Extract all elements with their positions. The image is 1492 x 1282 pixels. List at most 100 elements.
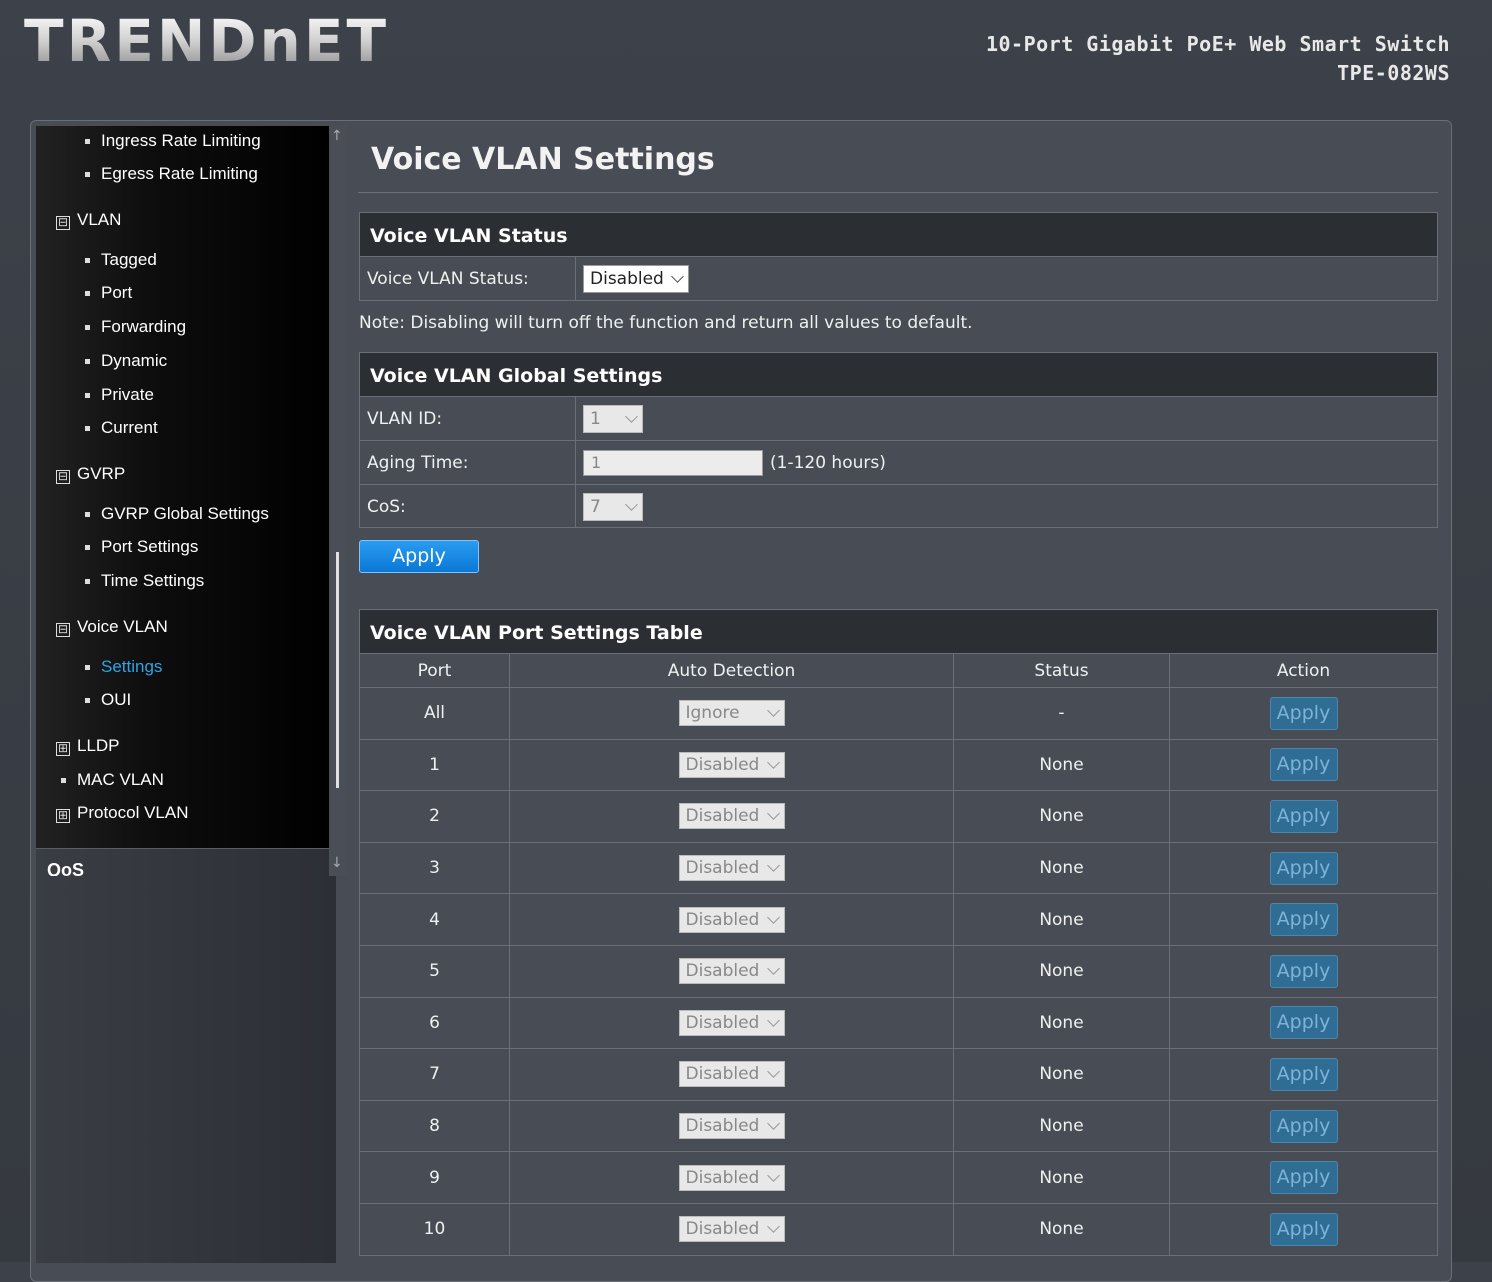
apply-port-button[interactable]: Apply bbox=[1269, 1006, 1338, 1040]
expand-icon[interactable]: ⊞ bbox=[56, 742, 70, 756]
sidebar-item-gvrp-global-settings[interactable]: GVRP Global Settings bbox=[85, 504, 269, 524]
voice-vlan-status-section: Voice VLAN Status Voice VLAN Status: Dis… bbox=[359, 212, 1438, 301]
port-cell: 7 bbox=[360, 1048, 510, 1101]
port-cell: 8 bbox=[360, 1099, 510, 1153]
sidebar-item-port-settings[interactable]: Port Settings bbox=[84, 537, 199, 557]
aging-time-input[interactable]: 1 bbox=[583, 449, 763, 476]
sidebar-section-qos[interactable]: QoS bbox=[47, 860, 84, 876]
action-cell: Apply bbox=[1169, 687, 1437, 740]
port-cell: 4 bbox=[360, 893, 510, 946]
auto-detection-select[interactable]: Disabled bbox=[678, 751, 785, 778]
aging-time-hint: (1-120 hours) bbox=[770, 452, 886, 473]
status-cell: None bbox=[953, 790, 1170, 843]
sidebar-item-tagged[interactable]: Tagged bbox=[85, 250, 157, 270]
chevron-down-icon bbox=[766, 962, 780, 976]
status-cell: None bbox=[953, 944, 1170, 998]
auto-detection-value: Disabled bbox=[685, 909, 760, 930]
sidebar-item-egress-rate-limiting[interactable]: Egress Rate Limiting bbox=[85, 164, 258, 184]
action-cell: Apply bbox=[1169, 1202, 1437, 1256]
apply-port-button[interactable]: Apply bbox=[1269, 903, 1338, 937]
auto-detection-select[interactable]: Disabled bbox=[678, 1113, 785, 1140]
voice-vlan-status-value: Disabled bbox=[590, 268, 664, 289]
apply-global-button[interactable]: Apply bbox=[359, 540, 479, 573]
sidebar-item-protocol-vlan[interactable]: ⊞ Protocol VLAN bbox=[56, 803, 189, 823]
sidebar-item-current[interactable]: Current bbox=[85, 418, 158, 438]
scrollbar-thumb[interactable] bbox=[336, 552, 339, 788]
apply-port-button[interactable]: Apply bbox=[1269, 954, 1338, 988]
table-row: 1 Disabled None Apply bbox=[360, 738, 1437, 792]
sidebar-item-lldp[interactable]: ⊞ LLDP bbox=[56, 736, 120, 756]
sidebar-item-oui[interactable]: OUI bbox=[84, 690, 132, 710]
auto-detection-select[interactable]: Ignore bbox=[678, 700, 785, 727]
sidebar-item-label: LLDP bbox=[77, 736, 120, 755]
action-cell: Apply bbox=[1169, 893, 1437, 946]
sidebar-item-label: Port bbox=[101, 283, 133, 302]
auto-detection-select[interactable]: Disabled bbox=[678, 855, 785, 882]
auto-detection-select[interactable]: Disabled bbox=[678, 958, 785, 985]
auto-detection-select[interactable]: Disabled bbox=[678, 906, 785, 933]
table-row: All Ignore - Apply bbox=[360, 687, 1437, 740]
auto-detection-cell: Disabled bbox=[509, 841, 954, 895]
sidebar-item-forwarding[interactable]: Forwarding bbox=[84, 317, 187, 337]
table-row: 6 Disabled None Apply bbox=[360, 996, 1437, 1050]
auto-detection-select[interactable]: Disabled bbox=[678, 1164, 785, 1191]
apply-port-button[interactable]: Apply bbox=[1269, 696, 1338, 730]
sidebar-item-label: Egress Rate Limiting bbox=[101, 164, 258, 183]
chevron-down-icon bbox=[766, 756, 780, 769]
cos-select[interactable]: 7 bbox=[583, 492, 643, 521]
sidebar-item-mac-vlan[interactable]: MAC VLAN bbox=[61, 770, 164, 790]
voice-vlan-global-section: Voice VLAN Global Settings VLAN ID: 1 Ag… bbox=[359, 352, 1438, 528]
auto-detection-cell: Disabled bbox=[509, 944, 954, 998]
sidebar-item-ingress-rate-limiting[interactable]: Ingress Rate Limiting bbox=[85, 131, 261, 151]
chevron-down-icon bbox=[766, 910, 780, 924]
apply-port-button[interactable]: Apply bbox=[1269, 1057, 1338, 1091]
scroll-down-icon[interactable]: ↓ bbox=[331, 855, 343, 871]
collapse-icon[interactable]: ⊟ bbox=[56, 470, 70, 484]
apply-port-button[interactable]: Apply bbox=[1269, 1212, 1338, 1246]
table-row: 9 Disabled None Apply bbox=[360, 1151, 1437, 1204]
apply-port-button[interactable]: Apply bbox=[1269, 799, 1338, 833]
disable-note: Note: Disabling will turn off the functi… bbox=[359, 313, 973, 333]
sidebar-item-label: Forwarding bbox=[101, 317, 187, 336]
sidebar-item-dynamic[interactable]: Dynamic bbox=[84, 351, 167, 371]
sidebar-item-port[interactable]: Port bbox=[84, 283, 133, 303]
auto-detection-select[interactable]: Disabled bbox=[678, 803, 785, 830]
expand-icon[interactable]: ⊞ bbox=[56, 809, 70, 823]
auto-detection-cell: Disabled bbox=[509, 893, 954, 946]
port-cell: 5 bbox=[360, 944, 510, 998]
collapse-icon[interactable]: ⊟ bbox=[56, 623, 70, 637]
voice-vlan-status-select[interactable]: Disabled bbox=[583, 264, 689, 293]
chevron-down-icon bbox=[766, 1065, 780, 1079]
auto-detection-select[interactable]: Disabled bbox=[678, 1216, 785, 1243]
auto-detection-cell: Disabled bbox=[509, 790, 954, 843]
apply-port-button[interactable]: Apply bbox=[1269, 748, 1338, 782]
scroll-up-icon[interactable]: ↑ bbox=[331, 128, 343, 144]
auto-detection-cell: Disabled bbox=[509, 1202, 954, 1256]
status-cell: None bbox=[953, 1202, 1170, 1256]
status-cell: None bbox=[953, 893, 1170, 946]
column-header-action: Action bbox=[1169, 654, 1437, 688]
collapse-icon[interactable]: ⊟ bbox=[56, 216, 70, 230]
action-cell: Apply bbox=[1169, 1099, 1437, 1153]
auto-detection-cell: Ignore bbox=[509, 687, 954, 740]
sidebar-item-time-settings[interactable]: Time Settings bbox=[84, 571, 204, 591]
sidebar-item-private[interactable]: Private bbox=[85, 385, 154, 405]
sidebar bbox=[36, 126, 329, 876]
sidebar-item-label: MAC VLAN bbox=[77, 770, 164, 789]
apply-port-button[interactable]: Apply bbox=[1269, 1161, 1338, 1195]
sidebar-item-label: Port Settings bbox=[101, 537, 199, 556]
auto-detection-select[interactable]: Disabled bbox=[678, 1061, 785, 1088]
auto-detection-select[interactable]: Disabled bbox=[678, 1009, 785, 1036]
vlan-id-select[interactable]: 1 bbox=[583, 404, 643, 433]
auto-detection-value: Disabled bbox=[685, 806, 760, 827]
apply-port-button[interactable]: Apply bbox=[1269, 1109, 1338, 1143]
port-cell: All bbox=[360, 687, 510, 740]
sidebar-item-settings[interactable]: Settings bbox=[84, 657, 162, 677]
apply-port-button[interactable]: Apply bbox=[1269, 851, 1338, 885]
sidebar-item-vlan[interactable]: ⊟ VLAN bbox=[56, 210, 121, 230]
sidebar-item-voice-vlan[interactable]: ⊟ Voice VLAN bbox=[56, 617, 168, 637]
sidebar-item-label: Protocol VLAN bbox=[77, 803, 189, 822]
sidebar-item-label: OUI bbox=[101, 690, 132, 709]
sidebar-item-gvrp[interactable]: ⊟ GVRP bbox=[56, 464, 125, 484]
section-heading-status: Voice VLAN Status bbox=[360, 213, 1437, 257]
